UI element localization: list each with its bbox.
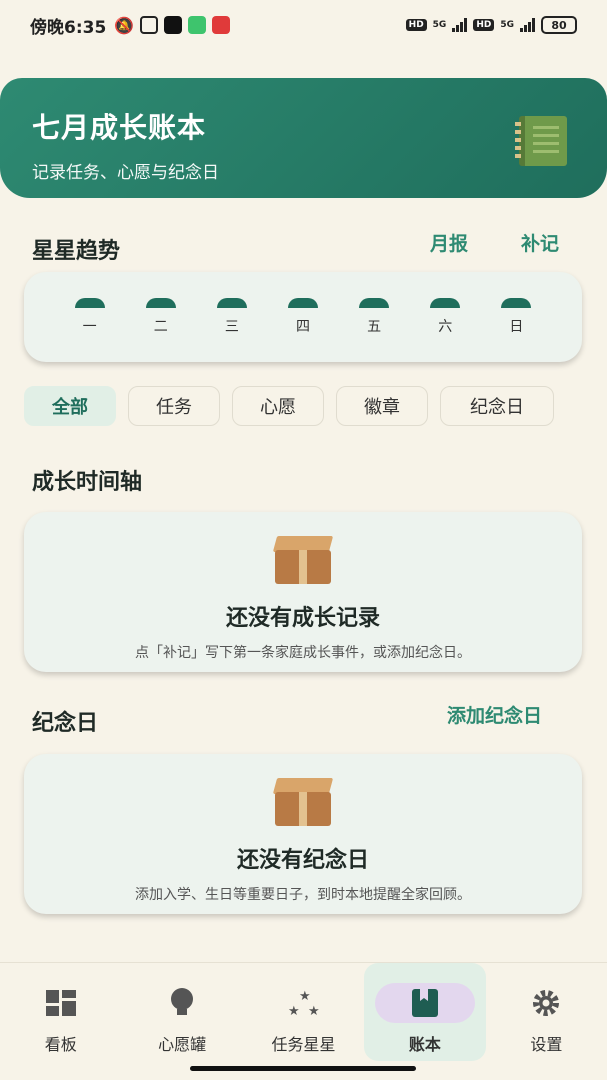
day-column: 一 xyxy=(70,298,110,362)
timeline-empty-desc: 点「补记」写下第一条家庭成长事件，或添加纪念日。 xyxy=(135,645,471,661)
mute-icon: 🔕 xyxy=(114,15,135,35)
dashboard-icon xyxy=(11,983,111,1023)
nav-item-wish-jar[interactable]: 心愿罐 xyxy=(121,963,242,1080)
day-bar xyxy=(359,298,390,308)
signal-icon xyxy=(452,18,468,32)
svg-text:★: ★ xyxy=(308,1004,320,1018)
nav-item-ledger[interactable]: 账本 xyxy=(364,963,486,1061)
page-title: 七月成长账本 xyxy=(32,111,207,144)
nav-label: 账本 xyxy=(408,1035,441,1054)
anniversary-empty-desc: 添加入学、生日等重要日子，到时本地提醒全家回顾。 xyxy=(135,887,471,903)
nfc-icon xyxy=(140,16,159,34)
day-column: 四 xyxy=(283,298,323,362)
network-label: 5G xyxy=(432,20,447,30)
day-column: 三 xyxy=(212,298,252,362)
signal-icon-2 xyxy=(520,18,535,32)
box-icon xyxy=(272,778,334,828)
svg-text:★: ★ xyxy=(288,1004,300,1018)
timeline-empty-title: 还没有成长记录 xyxy=(225,606,380,631)
nav-item-dashboard[interactable]: 看板 xyxy=(0,963,121,1080)
nav-label: 设置 xyxy=(530,1035,563,1054)
filter-chip-tasks[interactable]: 任务 xyxy=(128,386,220,426)
trend-card: 一 二 三 四 五 六 日 xyxy=(24,272,582,362)
monthly-report-button[interactable]: 月报 xyxy=(430,229,468,256)
timeline-title: 成长时间轴 xyxy=(32,470,143,495)
filter-chips: 全部 任务 心愿 徽章 纪念日 xyxy=(24,386,554,426)
filter-chip-wishes[interactable]: 心愿 xyxy=(232,386,324,426)
day-bar xyxy=(287,298,318,308)
filter-chip-anniversary[interactable]: 纪念日 xyxy=(440,386,554,426)
notebook-icon xyxy=(515,116,567,166)
day-column: 五 xyxy=(354,298,394,362)
anniversary-title: 纪念日 xyxy=(32,711,99,736)
battery-icon: 80 xyxy=(541,16,577,34)
network-label-2: 5G xyxy=(500,20,514,30)
nav-label: 心愿罐 xyxy=(158,1035,207,1054)
add-anniversary-button[interactable]: 添加纪念日 xyxy=(447,701,542,728)
timeline-empty-card: 还没有成长记录 点「补记」写下第一条家庭成长事件，或添加纪念日。 xyxy=(24,512,582,672)
day-label: 六 xyxy=(438,319,453,335)
bottom-nav: 看板 心愿罐 ★ ★ ★ 任务星星 账本 设置 xyxy=(0,962,607,1080)
tiktok-icon xyxy=(164,16,183,34)
trend-title: 星星趋势 xyxy=(32,239,121,264)
lightbulb-icon xyxy=(132,983,232,1023)
anniversary-empty-title: 还没有纪念日 xyxy=(236,848,369,873)
filter-chip-all[interactable]: 全部 xyxy=(24,386,116,426)
day-column: 二 xyxy=(141,298,181,362)
day-bar xyxy=(430,298,461,308)
status-bar: 傍晚6:35 🔕 HD 5G HD 5G 80 xyxy=(0,0,607,50)
nav-item-task-stars[interactable]: ★ ★ ★ 任务星星 xyxy=(243,963,364,1080)
anniversary-empty-card: 还没有纪念日 添加入学、生日等重要日子，到时本地提醒全家回顾。 xyxy=(24,754,582,914)
day-label: 五 xyxy=(367,319,382,335)
nav-label: 任务星星 xyxy=(271,1035,336,1054)
book-icon xyxy=(374,983,475,1023)
day-label: 一 xyxy=(82,319,97,335)
filter-chip-badges[interactable]: 徽章 xyxy=(336,386,428,426)
day-bar xyxy=(145,298,176,308)
day-label: 二 xyxy=(153,319,168,335)
hd-badge: HD xyxy=(405,19,427,31)
day-label: 三 xyxy=(224,319,239,335)
stars-icon: ★ ★ ★ xyxy=(254,983,354,1023)
day-column: 日 xyxy=(496,298,536,362)
box-icon xyxy=(272,536,334,586)
nav-label: 看板 xyxy=(44,1035,77,1054)
day-label: 日 xyxy=(509,319,524,335)
day-label: 四 xyxy=(295,319,310,335)
page-subtitle: 记录任务、心愿与纪念日 xyxy=(32,163,219,183)
svg-text:★: ★ xyxy=(299,989,311,1004)
app-green-icon xyxy=(188,16,207,34)
backfill-button[interactable]: 补记 xyxy=(521,229,559,256)
day-bar xyxy=(501,298,532,308)
hd-badge-2: HD xyxy=(473,19,495,31)
status-time: 傍晚6:35 xyxy=(30,17,107,38)
day-column: 六 xyxy=(425,298,465,362)
gear-icon xyxy=(496,983,596,1023)
home-indicator[interactable] xyxy=(190,1066,416,1071)
app-red-icon xyxy=(212,16,231,34)
header-card: 七月成长账本 记录任务、心愿与纪念日 xyxy=(0,78,607,198)
day-bar xyxy=(216,298,247,308)
nav-item-settings[interactable]: 设置 xyxy=(486,963,607,1080)
day-bar xyxy=(74,298,105,308)
